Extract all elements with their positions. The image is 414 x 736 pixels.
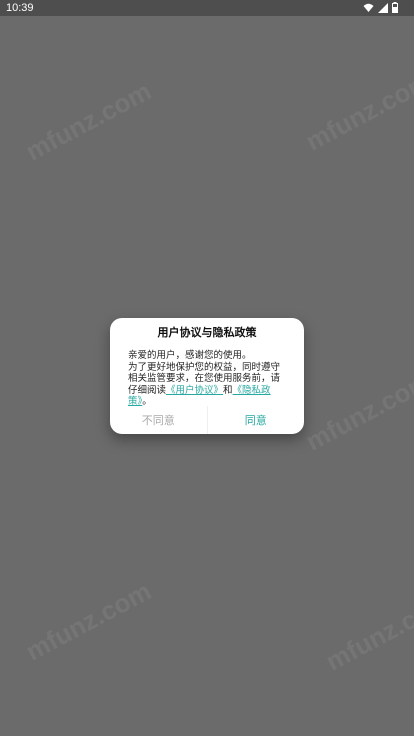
agreement-text: 为了更好地保护您的权益，同时遵守相关监管要求，在您使用服务前，请仔细阅读《用户协… [128, 362, 288, 408]
agree-button[interactable]: 同意 [208, 406, 305, 434]
dialog-title: 用户协议与隐私政策 [157, 326, 257, 339]
wifi-icon [363, 3, 374, 13]
and-text: 和 [223, 384, 233, 396]
battery-icon [392, 2, 398, 13]
status-icons [363, 2, 398, 13]
privacy-dialog: 用户协议与隐私政策 亲爱的用户，感谢您的使用。 为了更好地保护您的权益，同时遵守… [110, 318, 304, 434]
dialog-body: 亲爱的用户，感谢您的使用。 为了更好地保护您的权益，同时遵守相关监管要求，在您使… [128, 350, 288, 408]
status-time: 10:39 [6, 2, 34, 14]
greeting-text: 亲爱的用户，感谢您的使用。 [128, 350, 252, 361]
watermark: mfunz.com [20, 75, 157, 167]
watermark: mfunz.com [300, 65, 414, 157]
dialog-footer: 不同意 同意 [110, 406, 304, 434]
disagree-button[interactable]: 不同意 [110, 406, 207, 434]
signal-icon [378, 2, 388, 13]
status-bar: 10:39 [0, 0, 414, 16]
user-agreement-link[interactable]: 《用户协议》 [166, 385, 223, 396]
watermark: mfunz.com [20, 575, 157, 667]
dimmed-background: mfunz.com mfunz.com mfunz.com mfunz.com … [0, 16, 414, 736]
watermark: mfunz.com [320, 585, 414, 677]
watermark: mfunz.com [300, 365, 414, 457]
